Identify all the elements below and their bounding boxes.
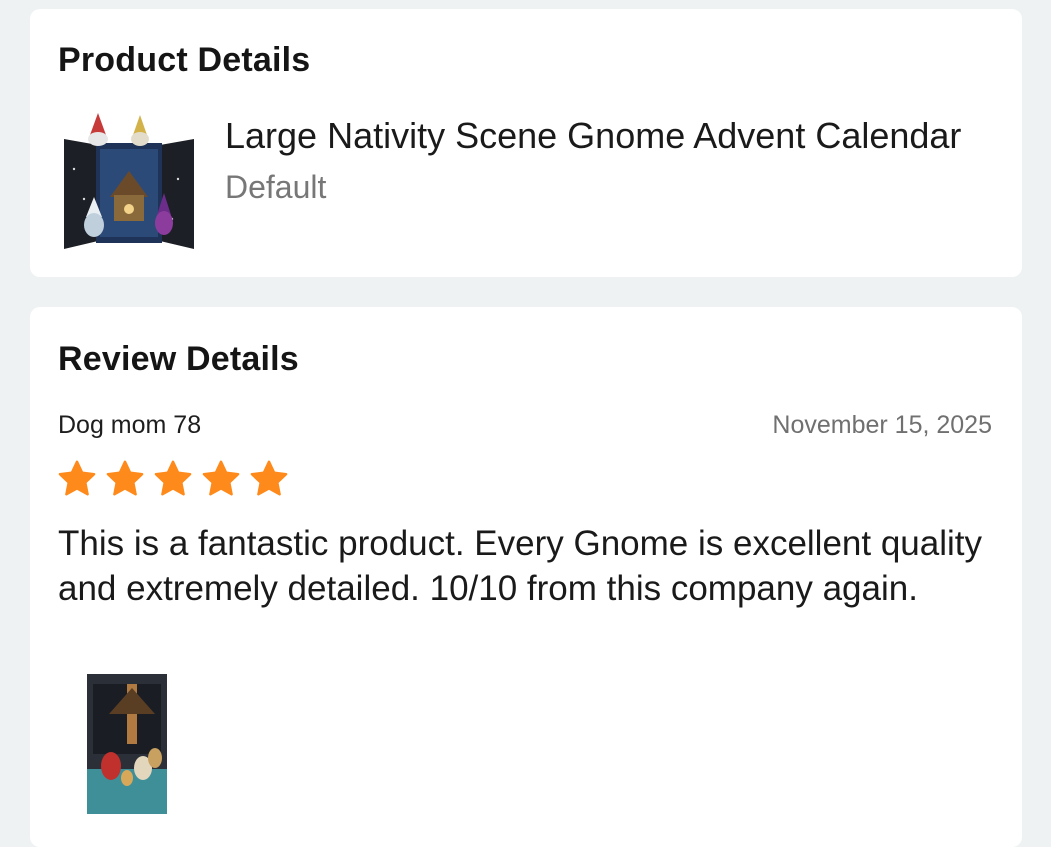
review-date: November 15, 2025 (772, 411, 992, 439)
review-details-title: Review Details (58, 340, 299, 378)
star-icon (202, 460, 240, 496)
product-variant: Default (225, 169, 327, 205)
review-photo[interactable] (87, 674, 167, 814)
star-icon (106, 460, 144, 496)
reviewer-name: Dog mom 78 (58, 411, 202, 439)
star-rating (57, 459, 289, 499)
star-icon (154, 460, 192, 496)
review-text: This is a fantastic product. Every Gnome… (58, 524, 983, 608)
product-details-title: Product Details (58, 41, 311, 79)
review-details-card: Review Details Dog mom 78 November 15, 2… (30, 307, 1022, 847)
star-icon (250, 460, 288, 496)
product-details-card: Product Details Large Nativity Scene Gno… (30, 9, 1022, 277)
product-name[interactable]: Large Nativity Scene Gnome Advent Calend… (225, 115, 961, 157)
product-thumbnail[interactable] (60, 109, 198, 249)
star-icon (58, 460, 96, 496)
